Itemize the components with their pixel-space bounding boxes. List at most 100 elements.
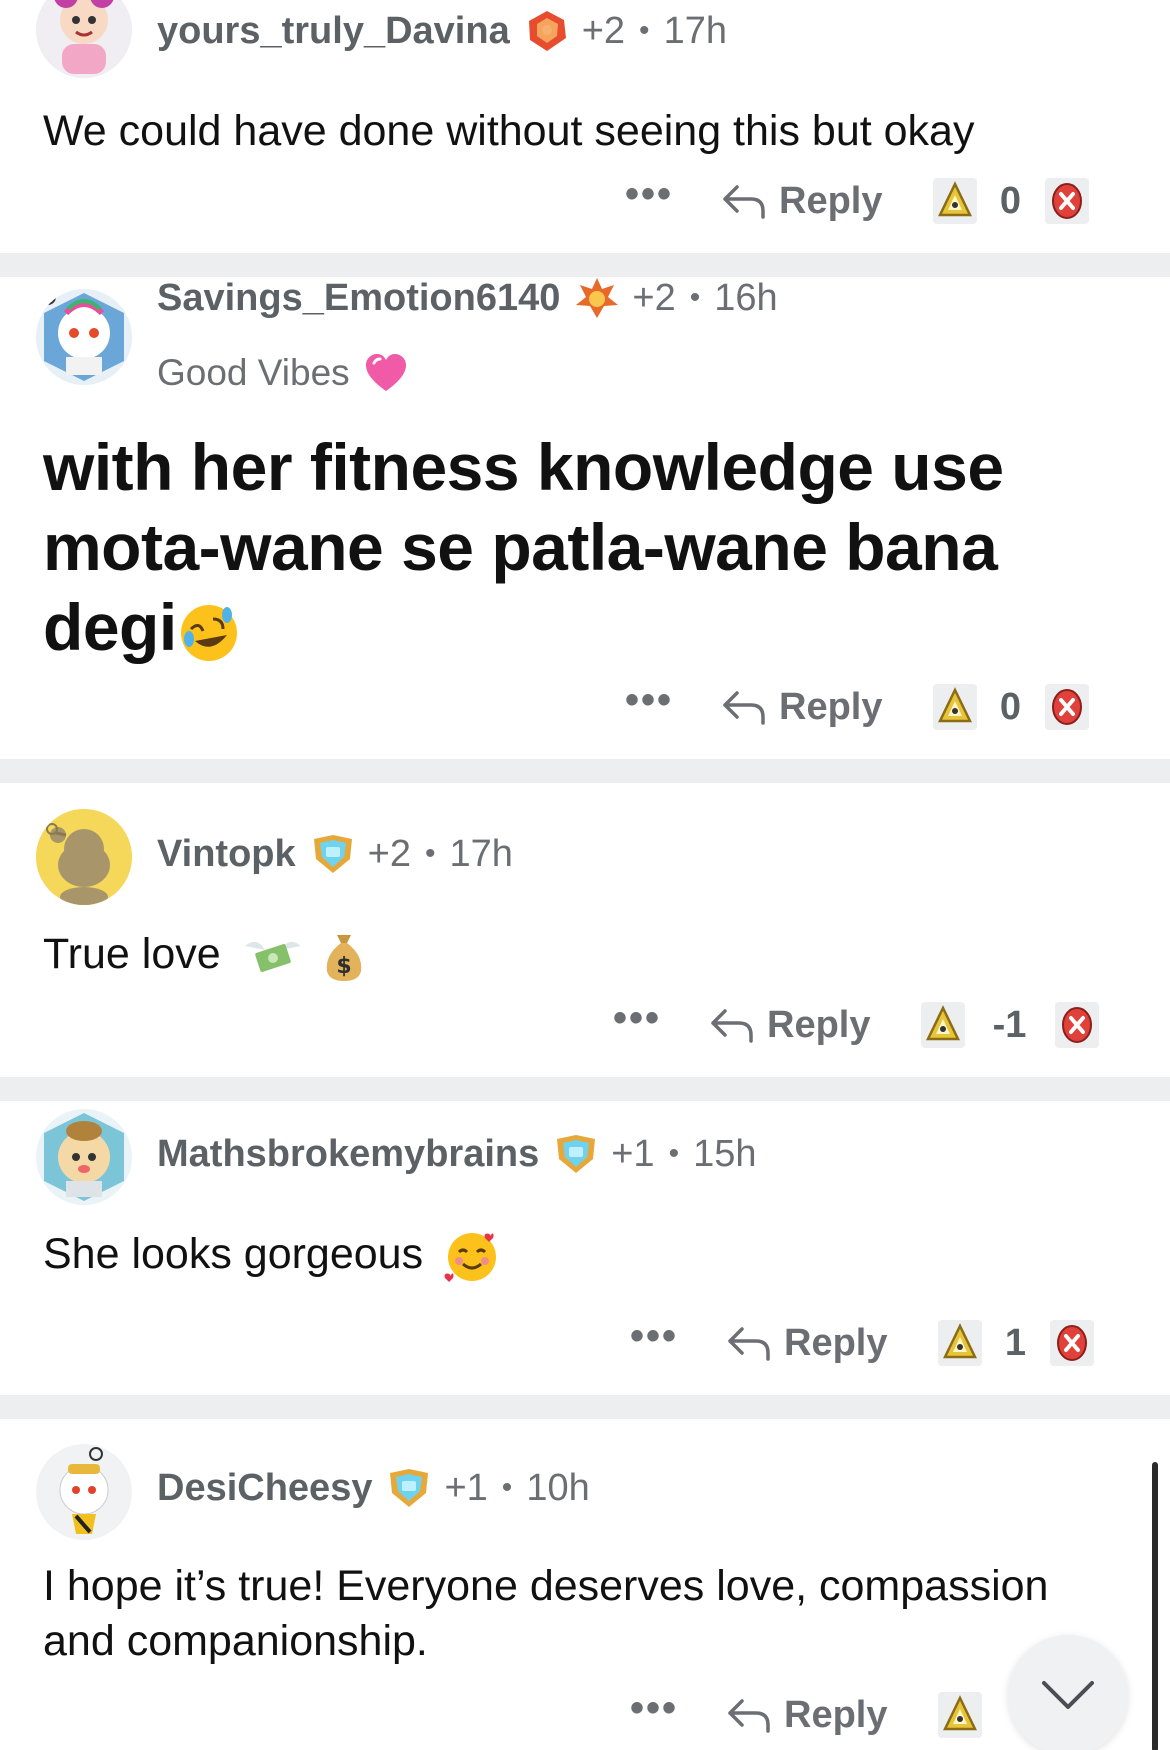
collapse-thread-button[interactable] bbox=[1008, 1635, 1128, 1750]
flair-text: Good Vibes bbox=[157, 352, 350, 393]
upvote-button[interactable] bbox=[932, 178, 977, 224]
upvote-button[interactable] bbox=[920, 1002, 965, 1048]
more-options-button[interactable]: ••• bbox=[630, 1688, 678, 1737]
upvote-triangle-icon bbox=[937, 181, 972, 217]
reply-button[interactable]: Reply bbox=[726, 1321, 888, 1365]
downvote-button[interactable] bbox=[1044, 684, 1089, 730]
reply-arrow-icon bbox=[723, 185, 765, 219]
comment-actions: ••• Reply -1 bbox=[613, 998, 1099, 1050]
more-options-button[interactable]: ••• bbox=[630, 1316, 678, 1365]
achievement-badge-icon bbox=[310, 831, 356, 877]
comment-meta: Mathsbrokemybrains +1 • 15h bbox=[157, 1131, 756, 1177]
upvote-button[interactable] bbox=[937, 1320, 982, 1366]
karma-count: +1 bbox=[611, 1132, 655, 1175]
comment-text: We could have done without seeing this b… bbox=[43, 107, 975, 155]
reply-label: Reply bbox=[767, 1003, 871, 1046]
avatar[interactable] bbox=[36, 1444, 132, 1540]
more-options-button[interactable]: ••• bbox=[613, 998, 661, 1047]
downvote-x-icon bbox=[1056, 1325, 1087, 1361]
separator: • bbox=[424, 837, 436, 870]
user-avatar-icon bbox=[36, 809, 132, 905]
comment-meta: DesiCheesy +1 • 10h bbox=[157, 1465, 590, 1511]
comment-divider bbox=[0, 253, 1170, 277]
vote-score: -1 bbox=[992, 1003, 1027, 1046]
comment-body: I hope it’s true! Everyone deserves love… bbox=[43, 1559, 1110, 1669]
reply-arrow-icon bbox=[711, 1009, 753, 1043]
achievement-badge-icon bbox=[386, 1465, 432, 1511]
reply-button[interactable]: Reply bbox=[721, 180, 883, 223]
reply-label: Reply bbox=[784, 1693, 888, 1736]
downvote-button[interactable] bbox=[1049, 1320, 1094, 1366]
reply-label: Reply bbox=[779, 685, 883, 728]
upvote-button[interactable] bbox=[937, 1692, 982, 1738]
username[interactable]: yours_truly_Davina bbox=[157, 10, 510, 53]
avatar[interactable] bbox=[36, 1109, 132, 1205]
smiling-face-with-hearts-icon bbox=[443, 1228, 501, 1286]
downvote-x-icon bbox=[1051, 689, 1082, 725]
comment-actions: ••• Reply 0 bbox=[625, 680, 1089, 732]
username[interactable]: Savings_Emotion6140 bbox=[157, 277, 560, 320]
vote-controls bbox=[937, 1692, 982, 1738]
user-avatar-icon bbox=[40, 289, 124, 381]
separator: • bbox=[639, 14, 650, 47]
username[interactable]: Vintopk bbox=[157, 833, 296, 876]
comment-actions: ••• Reply 1 bbox=[630, 1316, 1094, 1368]
upvote-triangle-icon bbox=[937, 687, 972, 723]
heart-icon bbox=[364, 351, 408, 395]
avatar[interactable] bbox=[36, 0, 132, 78]
upvote-triangle-icon bbox=[942, 1323, 977, 1359]
comment-body: We could have done without seeing this b… bbox=[43, 104, 1130, 159]
comment-meta: Vintopk +2 • 17h bbox=[157, 831, 513, 877]
username[interactable]: Mathsbrokemybrains bbox=[157, 1133, 539, 1176]
reply-label: Reply bbox=[784, 1321, 888, 1364]
downvote-x-icon bbox=[1061, 1007, 1092, 1043]
reply-arrow-icon bbox=[728, 1699, 770, 1733]
user-avatar-icon bbox=[36, 1444, 132, 1540]
comment-actions: ••• Reply bbox=[630, 1688, 982, 1740]
comment-meta: Savings_Emotion6140 +2 • 16h bbox=[157, 275, 778, 321]
svg-text:$: $ bbox=[336, 954, 351, 979]
reply-button[interactable]: Reply bbox=[726, 1693, 888, 1737]
comment-feed: yours_truly_Davina +2 • 17h We could hav… bbox=[0, 0, 1170, 1750]
user-avatar-icon bbox=[44, 1113, 124, 1201]
reply-arrow-icon bbox=[728, 1327, 770, 1361]
separator: • bbox=[668, 1137, 680, 1170]
comment-body: She looks gorgeous bbox=[43, 1227, 1130, 1286]
avatar[interactable] bbox=[36, 809, 132, 905]
downvote-button[interactable] bbox=[1054, 1002, 1099, 1048]
downvote-x-icon bbox=[1051, 183, 1082, 219]
more-options-button[interactable]: ••• bbox=[625, 174, 673, 223]
comment-body: True love $ bbox=[43, 927, 1130, 983]
comment-text: True love bbox=[43, 930, 221, 978]
achievement-badge-icon bbox=[524, 8, 570, 54]
timestamp: 17h bbox=[663, 9, 727, 52]
karma-count: +2 bbox=[581, 9, 626, 52]
comment-5: DesiCheesy +1 • 10h I hope it’s true! Ev… bbox=[0, 1419, 1170, 1750]
separator: • bbox=[689, 281, 701, 314]
comment-divider bbox=[0, 1077, 1170, 1101]
user-avatar-icon bbox=[36, 0, 132, 78]
reply-button[interactable]: Reply bbox=[721, 685, 883, 729]
timestamp: 17h bbox=[449, 832, 513, 875]
more-options-button[interactable]: ••• bbox=[625, 680, 673, 729]
downvote-button[interactable] bbox=[1044, 178, 1089, 224]
comment-body: with her fitness knowledge use mota-wane… bbox=[43, 427, 1130, 667]
vote-score: 1 bbox=[1004, 1321, 1027, 1364]
reply-button[interactable]: Reply bbox=[709, 1003, 871, 1047]
comment-meta: yours_truly_Davina +2 • 17h bbox=[157, 8, 727, 54]
chevron-down-icon bbox=[1042, 1681, 1094, 1709]
timestamp: 16h bbox=[714, 276, 778, 319]
upvote-triangle-icon bbox=[925, 1005, 960, 1041]
comment-divider bbox=[0, 759, 1170, 783]
upvote-button[interactable] bbox=[932, 684, 977, 730]
comment-1: yours_truly_Davina +2 • 17h We could hav… bbox=[0, 0, 1170, 253]
avatar[interactable] bbox=[36, 289, 132, 385]
comment-actions: ••• Reply 0 bbox=[625, 174, 1089, 226]
comment-divider bbox=[0, 1395, 1170, 1419]
scrollbar[interactable] bbox=[1152, 1462, 1158, 1750]
vote-controls: 0 bbox=[932, 684, 1089, 730]
vote-score: 0 bbox=[999, 179, 1022, 222]
money-with-wings-icon bbox=[243, 932, 303, 982]
comment-text: She looks gorgeous bbox=[43, 1230, 424, 1278]
username[interactable]: DesiCheesy bbox=[157, 1467, 372, 1510]
